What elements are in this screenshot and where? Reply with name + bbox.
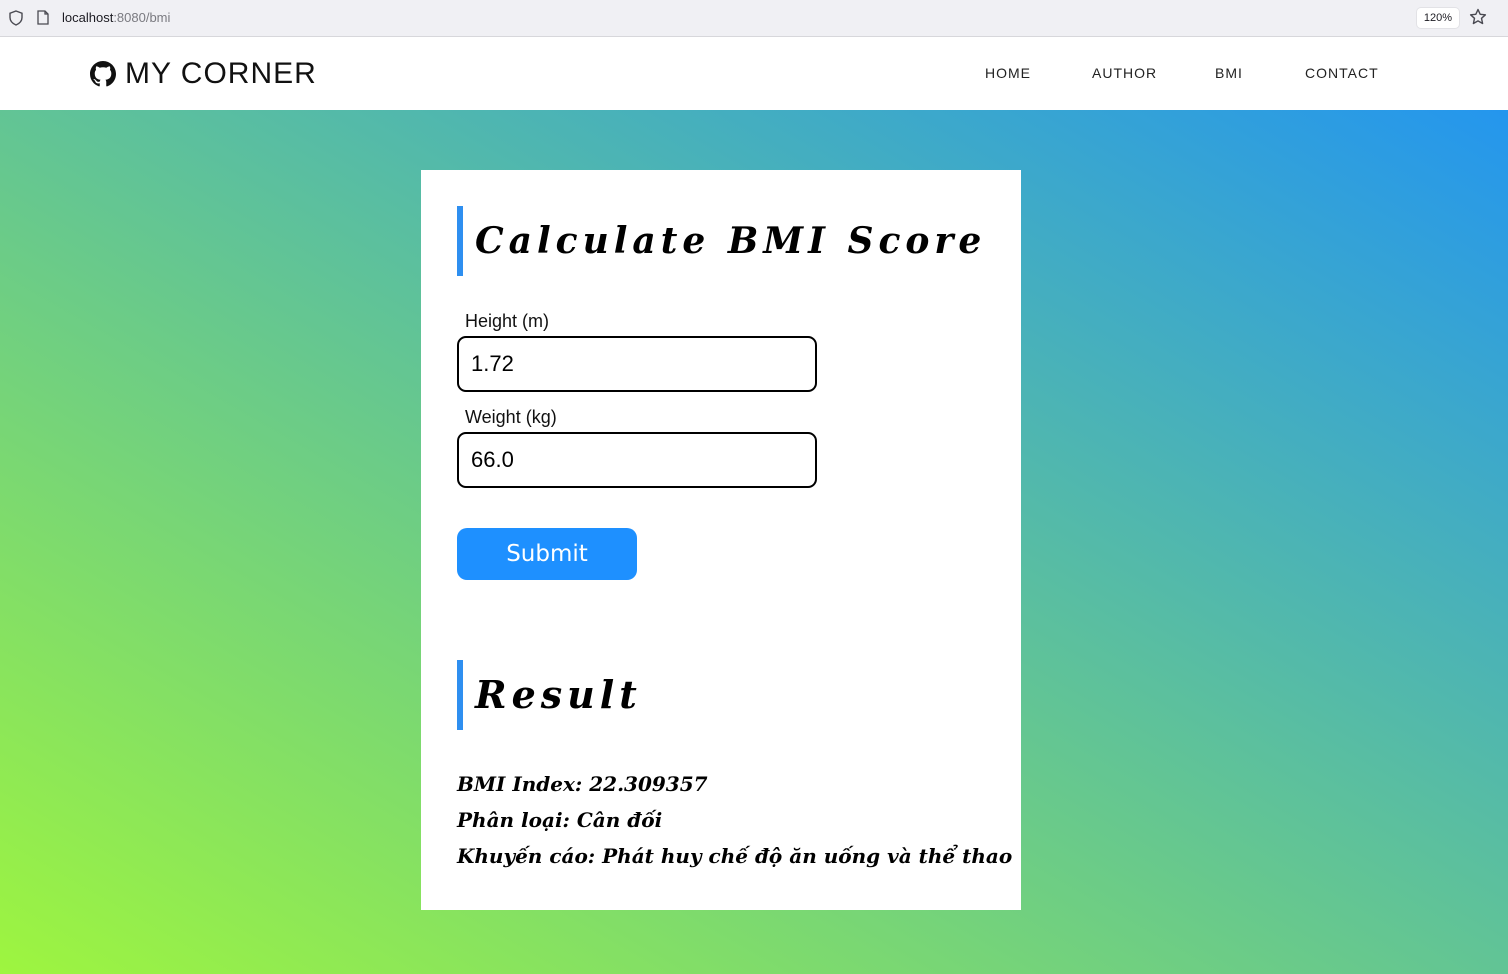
brand-link[interactable]: MY CORNER bbox=[90, 57, 317, 91]
nav-link-home[interactable]: HOME bbox=[985, 65, 1031, 81]
site-navbar: MY CORNER HOME AUTHOR BMI CONTACT bbox=[0, 38, 1508, 110]
brand-title: MY CORNER bbox=[125, 57, 317, 90]
address-bar[interactable]: localhost:8080/bmi bbox=[62, 10, 170, 26]
bmi-index-text: BMI Index: 22.309357 bbox=[457, 772, 708, 796]
weight-label: Weight (kg) bbox=[465, 407, 557, 427]
url-host: localhost bbox=[62, 10, 114, 25]
nav-link-contact[interactable]: CONTACT bbox=[1305, 65, 1379, 81]
bmi-card: Calculate BMI Score Height (m) Weight (k… bbox=[421, 170, 1021, 910]
page-icon bbox=[37, 10, 49, 25]
star-icon[interactable] bbox=[1469, 8, 1487, 26]
nav-link-bmi[interactable]: BMI bbox=[1215, 65, 1243, 81]
zoom-level-badge[interactable]: 120% bbox=[1417, 8, 1459, 28]
result-title: Result bbox=[457, 660, 642, 730]
weight-input[interactable] bbox=[457, 432, 817, 488]
advice-text: Khuyến cáo: Phát huy chế độ ăn uống và t… bbox=[457, 844, 1013, 868]
github-icon bbox=[90, 61, 116, 87]
browser-toolbar: localhost:8080/bmi 120% bbox=[0, 0, 1508, 37]
classification-text: Phân loại: Cân đối bbox=[457, 808, 663, 832]
shield-icon[interactable] bbox=[9, 10, 23, 26]
height-input[interactable] bbox=[457, 336, 817, 392]
form-title: Calculate BMI Score bbox=[457, 206, 986, 276]
submit-button[interactable]: Submit bbox=[457, 528, 637, 580]
url-path: :8080/bmi bbox=[113, 10, 171, 25]
height-label: Height (m) bbox=[465, 311, 550, 331]
nav-link-author[interactable]: AUTHOR bbox=[1092, 65, 1157, 81]
